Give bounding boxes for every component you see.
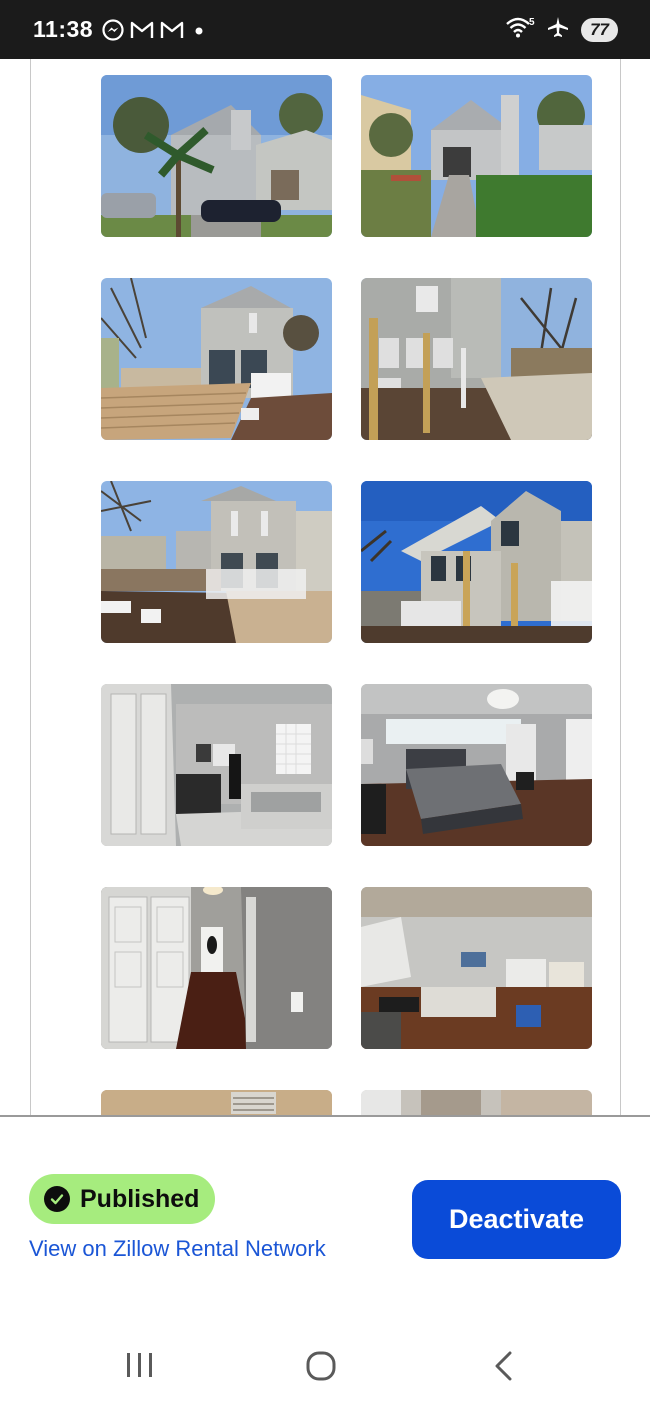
listing-photo[interactable]	[101, 1090, 332, 1116]
battery-level: 77	[590, 19, 609, 39]
listing-photo[interactable]	[101, 278, 332, 440]
deactivate-button[interactable]: Deactivate	[412, 1180, 621, 1259]
listing-photo[interactable]	[361, 887, 592, 1049]
listing-photo[interactable]	[361, 481, 592, 643]
view-on-zillow-link[interactable]: View on Zillow Rental Network	[29, 1236, 326, 1262]
listing-photo[interactable]	[361, 684, 592, 846]
photo-card	[30, 59, 621, 1116]
listing-photo[interactable]	[101, 481, 332, 643]
listing-photo-gallery[interactable]	[0, 59, 650, 1116]
listing-photo[interactable]	[101, 684, 332, 846]
listing-photo[interactable]	[361, 1090, 592, 1116]
gmail-icon	[130, 20, 154, 45]
back-icon[interactable]	[490, 1350, 518, 1387]
status-badge-label: Published	[80, 1184, 200, 1213]
dot-icon	[190, 20, 206, 45]
svg-text:5: 5	[529, 17, 535, 28]
listing-photo[interactable]	[101, 887, 332, 1049]
listing-action-bar: Published View on Zillow Rental Network …	[0, 1117, 650, 1317]
listing-photo[interactable]	[361, 75, 592, 237]
status-time: 11:38	[33, 16, 94, 42]
home-icon[interactable]	[305, 1350, 337, 1387]
status-bar: 11:38 5 77	[0, 0, 650, 59]
listing-photo[interactable]	[101, 75, 332, 237]
gmail-icon	[160, 20, 184, 45]
wifi-icon: 5	[505, 15, 535, 44]
system-navigation-bar	[0, 1317, 650, 1408]
listing-photo[interactable]	[361, 278, 592, 440]
recents-icon[interactable]	[124, 1350, 156, 1385]
airplane-icon	[547, 16, 569, 43]
battery-indicator: 77	[581, 17, 618, 42]
status-badge: Published	[29, 1174, 216, 1224]
system-icons: 5 77	[505, 15, 618, 44]
notification-icons	[102, 19, 206, 46]
check-icon	[44, 1186, 70, 1212]
messenger-icon	[102, 19, 124, 46]
